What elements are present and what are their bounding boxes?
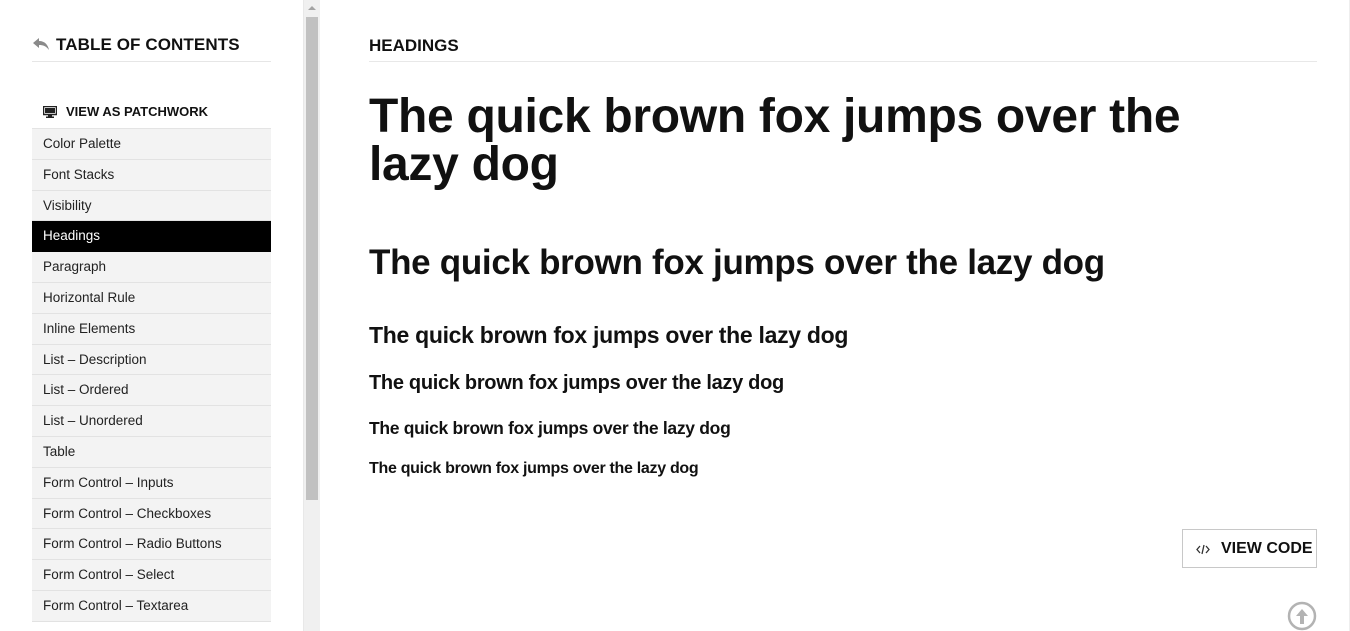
sidebar-item-color-palette[interactable]: Color Palette [32, 129, 271, 160]
sidebar-item-inline-elements[interactable]: Inline Elements [32, 313, 271, 345]
sidebar-item-font-stacks[interactable]: Font Stacks [32, 159, 271, 191]
sidebar-item-list-unordered[interactable]: List – Unordered [32, 406, 271, 437]
view-code-button[interactable]: VIEW CODE [1182, 529, 1317, 568]
scrollbar-thumb[interactable] [306, 17, 318, 500]
sidebar-item-form-checkboxes[interactable]: Form Control – Checkboxes [32, 498, 271, 530]
heading-2-sample: The quick brown fox jumps over the lazy … [369, 243, 1105, 282]
heading-4-sample: The quick brown fox jumps over the lazy … [369, 372, 784, 394]
sidebar-item-visibility[interactable]: Visibility [32, 190, 271, 222]
scroll-up-arrow-icon[interactable] [304, 0, 320, 16]
sidebar-item-form-textarea[interactable]: Form Control – Textarea [32, 590, 271, 622]
sidebar-item-list-ordered[interactable]: List – Ordered [32, 375, 271, 407]
arrow-up-circle-icon[interactable] [1287, 601, 1317, 631]
monitor-icon [43, 106, 57, 118]
reply-arrow-icon[interactable] [32, 36, 50, 52]
sidebar-item-form-inputs[interactable]: Form Control – Inputs [32, 467, 271, 499]
sidebar-item-headings[interactable]: Headings [32, 221, 271, 253]
view-as-patchwork-label: VIEW AS PATCHWORK [66, 104, 209, 119]
toc-title: TABLE OF CONTENTS [56, 35, 240, 54]
sidebar-item-table[interactable]: Table [32, 436, 271, 468]
code-icon [1196, 544, 1210, 555]
sidebar-item-paragraph[interactable]: Paragraph [32, 252, 271, 283]
heading-5-sample: The quick brown fox jumps over the lazy … [369, 418, 731, 438]
sidebar-item-form-select[interactable]: Form Control – Select [32, 560, 271, 591]
sidebar-item-form-radio-buttons[interactable]: Form Control – Radio Buttons [32, 529, 271, 561]
sidebar-scrollbar[interactable] [303, 0, 320, 631]
sidebar: TABLE OF CONTENTS VIEW AS PATCHWORK Colo… [0, 0, 303, 631]
heading-1-sample: The quick brown fox jumps over the lazy … [369, 90, 1181, 191]
section-title: HEADINGS [369, 36, 1317, 62]
sidebar-item-horizontal-rule[interactable]: Horizontal Rule [32, 282, 271, 314]
toc-header[interactable]: TABLE OF CONTENTS [32, 33, 271, 62]
sidebar-item-list-description[interactable]: List – Description [32, 344, 271, 376]
view-code-label: VIEW CODE [1221, 540, 1313, 557]
toc-nav-list: Color Palette Font Stacks Visibility Hea… [32, 129, 271, 622]
main-content: HEADINGS The quick brown fox jumps over … [320, 0, 1350, 631]
heading-6-sample: The quick brown fox jumps over the lazy … [369, 460, 699, 477]
view-as-patchwork-link[interactable]: VIEW AS PATCHWORK [32, 98, 271, 129]
heading-3-sample: The quick brown fox jumps over the lazy … [369, 322, 849, 348]
